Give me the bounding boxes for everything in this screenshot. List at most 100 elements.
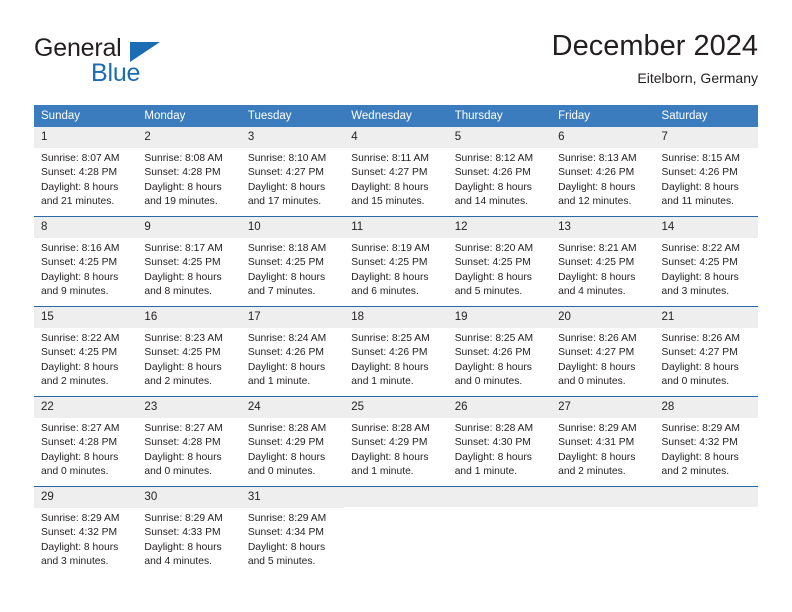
day-cell-empty xyxy=(551,486,655,576)
page-title: December 2024 xyxy=(551,30,758,62)
sunrise-text: Sunrise: 8:25 AM xyxy=(351,332,430,344)
sunset-text: Sunset: 4:27 PM xyxy=(351,167,428,179)
logo-word-blue: Blue xyxy=(91,59,141,87)
daylight-text-line2: and 0 minutes. xyxy=(661,376,730,388)
week-row: 1 Sunrise: 8:07 AM Sunset: 4:28 PM Dayli… xyxy=(34,127,758,217)
daylight-text-line1: Daylight: 8 hours xyxy=(351,451,429,463)
day-cell[interactable]: 16 Sunrise: 8:23 AM Sunset: 4:25 PM Dayl… xyxy=(137,306,241,397)
weekday-header-sunday: Sunday xyxy=(34,105,138,127)
day-cell[interactable]: 18 Sunrise: 8:25 AM Sunset: 4:26 PM Dayl… xyxy=(344,306,448,397)
day-cell[interactable]: 19 Sunrise: 8:25 AM Sunset: 4:26 PM Dayl… xyxy=(447,306,552,397)
daylight-text-line2: and 2 minutes. xyxy=(661,466,730,478)
daylight-text-line2: and 0 minutes. xyxy=(247,466,316,478)
sunrise-text: Sunrise: 8:26 AM xyxy=(661,332,740,344)
day-cell[interactable]: 5 Sunrise: 8:12 AM Sunset: 4:26 PM Dayli… xyxy=(447,127,552,217)
day-number: 4 xyxy=(344,127,448,148)
day-cell[interactable]: 7 Sunrise: 8:15 AM Sunset: 4:26 PM Dayli… xyxy=(654,127,758,217)
day-number: 21 xyxy=(654,307,758,328)
day-number xyxy=(447,487,552,507)
day-cell[interactable]: 1 Sunrise: 8:07 AM Sunset: 4:28 PM Dayli… xyxy=(34,127,138,217)
sunset-text: Sunset: 4:27 PM xyxy=(558,347,635,359)
day-number: 3 xyxy=(240,127,345,148)
sunrise-text: Sunrise: 8:21 AM xyxy=(558,242,637,254)
day-cell[interactable]: 21 Sunrise: 8:26 AM Sunset: 4:27 PM Dayl… xyxy=(654,306,758,397)
sunrise-text: Sunrise: 8:10 AM xyxy=(247,152,327,164)
day-details: Sunrise: 8:21 AM Sunset: 4:25 PM Dayligh… xyxy=(551,238,654,300)
day-number xyxy=(654,487,758,507)
sunrise-text: Sunrise: 8:18 AM xyxy=(247,242,327,254)
daylight-text-line2: and 21 minutes. xyxy=(41,196,115,208)
daylight-text-line1: Daylight: 8 hours xyxy=(661,361,739,373)
day-cell[interactable]: 4 Sunrise: 8:11 AM Sunset: 4:27 PM Dayli… xyxy=(344,127,448,217)
sunset-text: Sunset: 4:34 PM xyxy=(247,527,324,539)
day-cell[interactable]: 29 Sunrise: 8:29 AM Sunset: 4:32 PM Dayl… xyxy=(34,486,138,576)
sunset-text: Sunset: 4:25 PM xyxy=(144,257,221,269)
day-number: 19 xyxy=(447,307,552,328)
day-cell[interactable]: 11 Sunrise: 8:19 AM Sunset: 4:25 PM Dayl… xyxy=(344,216,448,307)
day-number: 31 xyxy=(240,487,345,508)
daylight-text-line1: Daylight: 8 hours xyxy=(351,181,429,193)
sunset-text: Sunset: 4:26 PM xyxy=(247,347,324,359)
sunrise-text: Sunrise: 8:13 AM xyxy=(558,152,637,164)
day-details: Sunrise: 8:20 AM Sunset: 4:25 PM Dayligh… xyxy=(448,238,551,300)
day-cell[interactable]: 9 Sunrise: 8:17 AM Sunset: 4:25 PM Dayli… xyxy=(137,216,241,307)
weekday-header-saturday: Saturday xyxy=(654,105,758,127)
daylight-text-line1: Daylight: 8 hours xyxy=(41,181,119,193)
sunset-text: Sunset: 4:25 PM xyxy=(558,257,635,269)
day-cell[interactable]: 30 Sunrise: 8:29 AM Sunset: 4:33 PM Dayl… xyxy=(137,486,241,576)
day-cell[interactable]: 12 Sunrise: 8:20 AM Sunset: 4:25 PM Dayl… xyxy=(447,216,552,307)
day-cell[interactable]: 2 Sunrise: 8:08 AM Sunset: 4:28 PM Dayli… xyxy=(137,127,241,217)
day-cell[interactable]: 17 Sunrise: 8:24 AM Sunset: 4:26 PM Dayl… xyxy=(240,306,345,397)
day-details: Sunrise: 8:16 AM Sunset: 4:25 PM Dayligh… xyxy=(34,238,137,300)
title-block: December 2024 Eitelborn, Germany xyxy=(552,30,758,86)
daylight-text-line2: and 2 minutes. xyxy=(558,466,626,478)
sunrise-text: Sunrise: 8:12 AM xyxy=(454,152,534,164)
daylight-text-line2: and 2 minutes. xyxy=(41,376,109,388)
day-cell[interactable]: 25 Sunrise: 8:28 AM Sunset: 4:29 PM Dayl… xyxy=(344,396,448,487)
day-cell[interactable]: 22 Sunrise: 8:27 AM Sunset: 4:28 PM Dayl… xyxy=(34,396,138,487)
day-cell[interactable]: 6 Sunrise: 8:13 AM Sunset: 4:26 PM Dayli… xyxy=(551,127,655,217)
general-blue-logo[interactable]: General Blue xyxy=(34,36,234,94)
daylight-text-line1: Daylight: 8 hours xyxy=(351,271,429,283)
day-cell[interactable]: 26 Sunrise: 8:28 AM Sunset: 4:30 PM Dayl… xyxy=(447,396,552,487)
day-cell[interactable]: 14 Sunrise: 8:22 AM Sunset: 4:25 PM Dayl… xyxy=(654,216,758,307)
sunset-text: Sunset: 4:26 PM xyxy=(558,167,635,179)
day-cell[interactable]: 28 Sunrise: 8:29 AM Sunset: 4:32 PM Dayl… xyxy=(654,396,758,487)
daylight-text-line1: Daylight: 8 hours xyxy=(661,181,739,193)
day-cell[interactable]: 24 Sunrise: 8:28 AM Sunset: 4:29 PM Dayl… xyxy=(240,396,345,487)
day-cell[interactable]: 20 Sunrise: 8:26 AM Sunset: 4:27 PM Dayl… xyxy=(551,306,655,397)
sunrise-text: Sunrise: 8:27 AM xyxy=(41,422,120,434)
day-cell[interactable]: 13 Sunrise: 8:21 AM Sunset: 4:25 PM Dayl… xyxy=(551,216,655,307)
daylight-text-line1: Daylight: 8 hours xyxy=(661,271,739,283)
day-details: Sunrise: 8:26 AM Sunset: 4:27 PM Dayligh… xyxy=(655,328,758,390)
day-cell[interactable]: 3 Sunrise: 8:10 AM Sunset: 4:27 PM Dayli… xyxy=(240,127,345,217)
sunrise-text: Sunrise: 8:29 AM xyxy=(558,422,637,434)
sunset-text: Sunset: 4:25 PM xyxy=(661,257,738,269)
daylight-text-line2: and 14 minutes. xyxy=(454,196,528,208)
day-details: Sunrise: 8:15 AM Sunset: 4:26 PM Dayligh… xyxy=(655,148,758,210)
daylight-text-line1: Daylight: 8 hours xyxy=(558,181,636,193)
sunrise-text: Sunrise: 8:20 AM xyxy=(454,242,534,254)
day-cell[interactable]: 8 Sunrise: 8:16 AM Sunset: 4:25 PM Dayli… xyxy=(34,216,138,307)
day-cell[interactable]: 23 Sunrise: 8:27 AM Sunset: 4:28 PM Dayl… xyxy=(137,396,241,487)
day-cell-empty xyxy=(654,486,758,576)
day-cell[interactable]: 15 Sunrise: 8:22 AM Sunset: 4:25 PM Dayl… xyxy=(34,306,138,397)
day-cell[interactable]: 27 Sunrise: 8:29 AM Sunset: 4:31 PM Dayl… xyxy=(551,396,655,487)
daylight-text-line2: and 5 minutes. xyxy=(454,286,523,298)
day-details: Sunrise: 8:19 AM Sunset: 4:25 PM Dayligh… xyxy=(344,238,447,300)
day-cell[interactable]: 31 Sunrise: 8:29 AM Sunset: 4:34 PM Dayl… xyxy=(240,486,345,576)
daylight-text-line1: Daylight: 8 hours xyxy=(144,361,222,373)
daylight-text-line2: and 2 minutes. xyxy=(144,376,212,388)
daylight-text-line1: Daylight: 8 hours xyxy=(247,271,326,283)
sunset-text: Sunset: 4:28 PM xyxy=(144,437,221,449)
daylight-text-line1: Daylight: 8 hours xyxy=(144,541,222,553)
day-number: 30 xyxy=(137,487,241,508)
daylight-text-line2: and 3 minutes. xyxy=(41,556,109,568)
sunset-text: Sunset: 4:26 PM xyxy=(454,167,531,179)
day-number: 18 xyxy=(344,307,448,328)
week-row: 15 Sunrise: 8:22 AM Sunset: 4:25 PM Dayl… xyxy=(34,306,758,397)
day-cell[interactable]: 10 Sunrise: 8:18 AM Sunset: 4:25 PM Dayl… xyxy=(240,216,345,307)
sunset-text: Sunset: 4:25 PM xyxy=(351,257,428,269)
sunset-text: Sunset: 4:28 PM xyxy=(144,167,221,179)
sunrise-sunset-calendar: Sunday Monday Tuesday Wednesday Thursday… xyxy=(34,105,758,576)
